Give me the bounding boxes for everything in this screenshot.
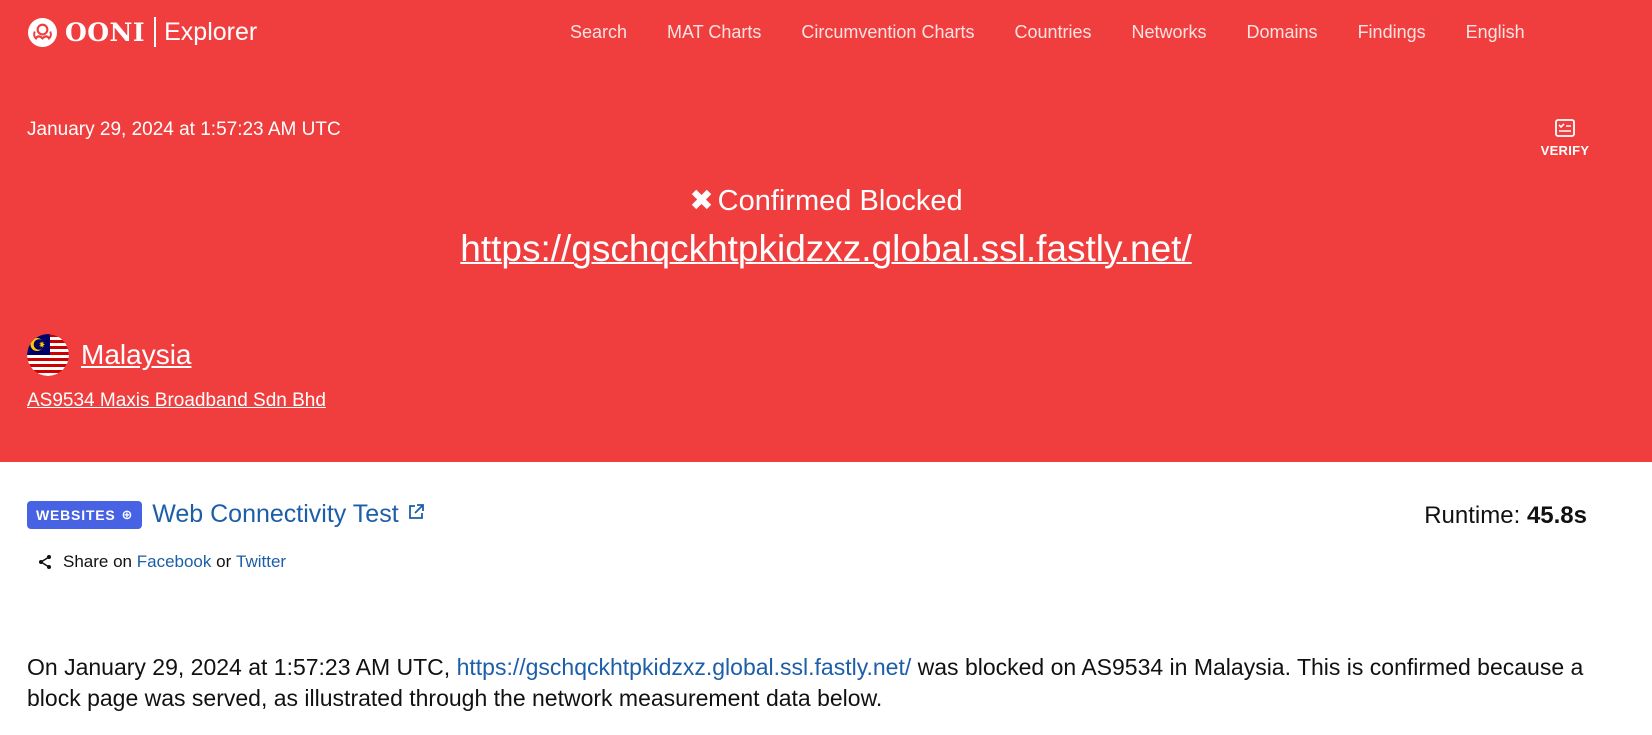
asn-link[interactable]: AS9534 Maxis Broadband Sdn Bhd xyxy=(27,390,326,411)
nav-links: Search MAT Charts Circumvention Charts C… xyxy=(570,22,1525,43)
language-selector[interactable]: English xyxy=(1466,22,1525,43)
ooni-logo-icon xyxy=(27,17,58,47)
runtime-label: Runtime: xyxy=(1424,502,1521,529)
malaysia-flag-icon xyxy=(27,334,69,376)
test-info-row: WEBSITES ⊕ Web Connectivity Test xyxy=(27,500,425,529)
nav-circumvention-charts[interactable]: Circumvention Charts xyxy=(801,22,974,43)
ooni-explorer-logo[interactable]: OONI Explorer xyxy=(27,14,257,50)
nav-networks[interactable]: Networks xyxy=(1132,22,1207,43)
summary-text-start: On January 29, 2024 at 1:57:23 AM UTC, xyxy=(27,654,451,680)
tested-url-title: https://gschqckhtpkidzxz.global.ssl.fast… xyxy=(0,228,1652,270)
country-link[interactable]: Malaysia xyxy=(81,339,191,371)
network-row: AS9534 Maxis Broadband Sdn Bhd xyxy=(27,390,326,412)
status-text: Confirmed Blocked xyxy=(717,185,963,217)
logo-divider xyxy=(154,17,157,47)
share-or: or xyxy=(216,552,232,571)
runtime: Runtime: 45.8s xyxy=(1424,502,1587,530)
nav-domains[interactable]: Domains xyxy=(1247,22,1318,43)
top-navigation: OONI Explorer Search MAT Charts Circumve… xyxy=(0,0,1652,66)
measurement-header: OONI Explorer Search MAT Charts Circumve… xyxy=(0,0,1652,462)
websites-badge[interactable]: WEBSITES ⊕ xyxy=(27,500,143,529)
globe-icon: ⊕ xyxy=(121,506,134,522)
runtime-value: 45.8s xyxy=(1526,502,1587,529)
nav-mat-charts[interactable]: MAT Charts xyxy=(667,22,761,43)
summary-url-link[interactable]: https://gschqckhtpkidzxz.global.ssl.fast… xyxy=(457,654,912,680)
share-twitter-link[interactable]: Twitter xyxy=(236,552,286,572)
external-link-icon[interactable] xyxy=(407,503,425,526)
nav-findings[interactable]: Findings xyxy=(1358,22,1426,43)
verify-button[interactable]: VERIFY xyxy=(1530,119,1600,158)
blocking-status: ✖ Confirmed Blocked xyxy=(0,183,1652,218)
share-facebook-link[interactable]: Facebook xyxy=(137,552,212,572)
country-row: Malaysia xyxy=(27,334,191,376)
measurement-summary: On January 29, 2024 at 1:57:23 AM UTC, h… xyxy=(27,652,1627,714)
verify-checklist-icon xyxy=(1555,119,1575,137)
share-prefix: Share on xyxy=(63,552,132,571)
badge-label: WEBSITES xyxy=(36,506,116,523)
verify-label: VERIFY xyxy=(1540,143,1590,158)
nav-search[interactable]: Search xyxy=(570,22,627,43)
share-row: Share on Facebook or Twitter xyxy=(37,552,286,572)
product-name: Explorer xyxy=(164,17,258,46)
share-icon xyxy=(39,555,51,569)
brand-name: OONI xyxy=(65,17,146,47)
nav-countries[interactable]: Countries xyxy=(1014,22,1091,43)
tested-url-link[interactable]: https://gschqckhtpkidzxz.global.ssl.fast… xyxy=(460,228,1191,269)
x-icon: ✖ xyxy=(689,185,714,217)
measurement-datetime: January 29, 2024 at 1:57:23 AM UTC xyxy=(27,119,341,140)
test-name-link[interactable]: Web Connectivity Test xyxy=(152,500,398,529)
